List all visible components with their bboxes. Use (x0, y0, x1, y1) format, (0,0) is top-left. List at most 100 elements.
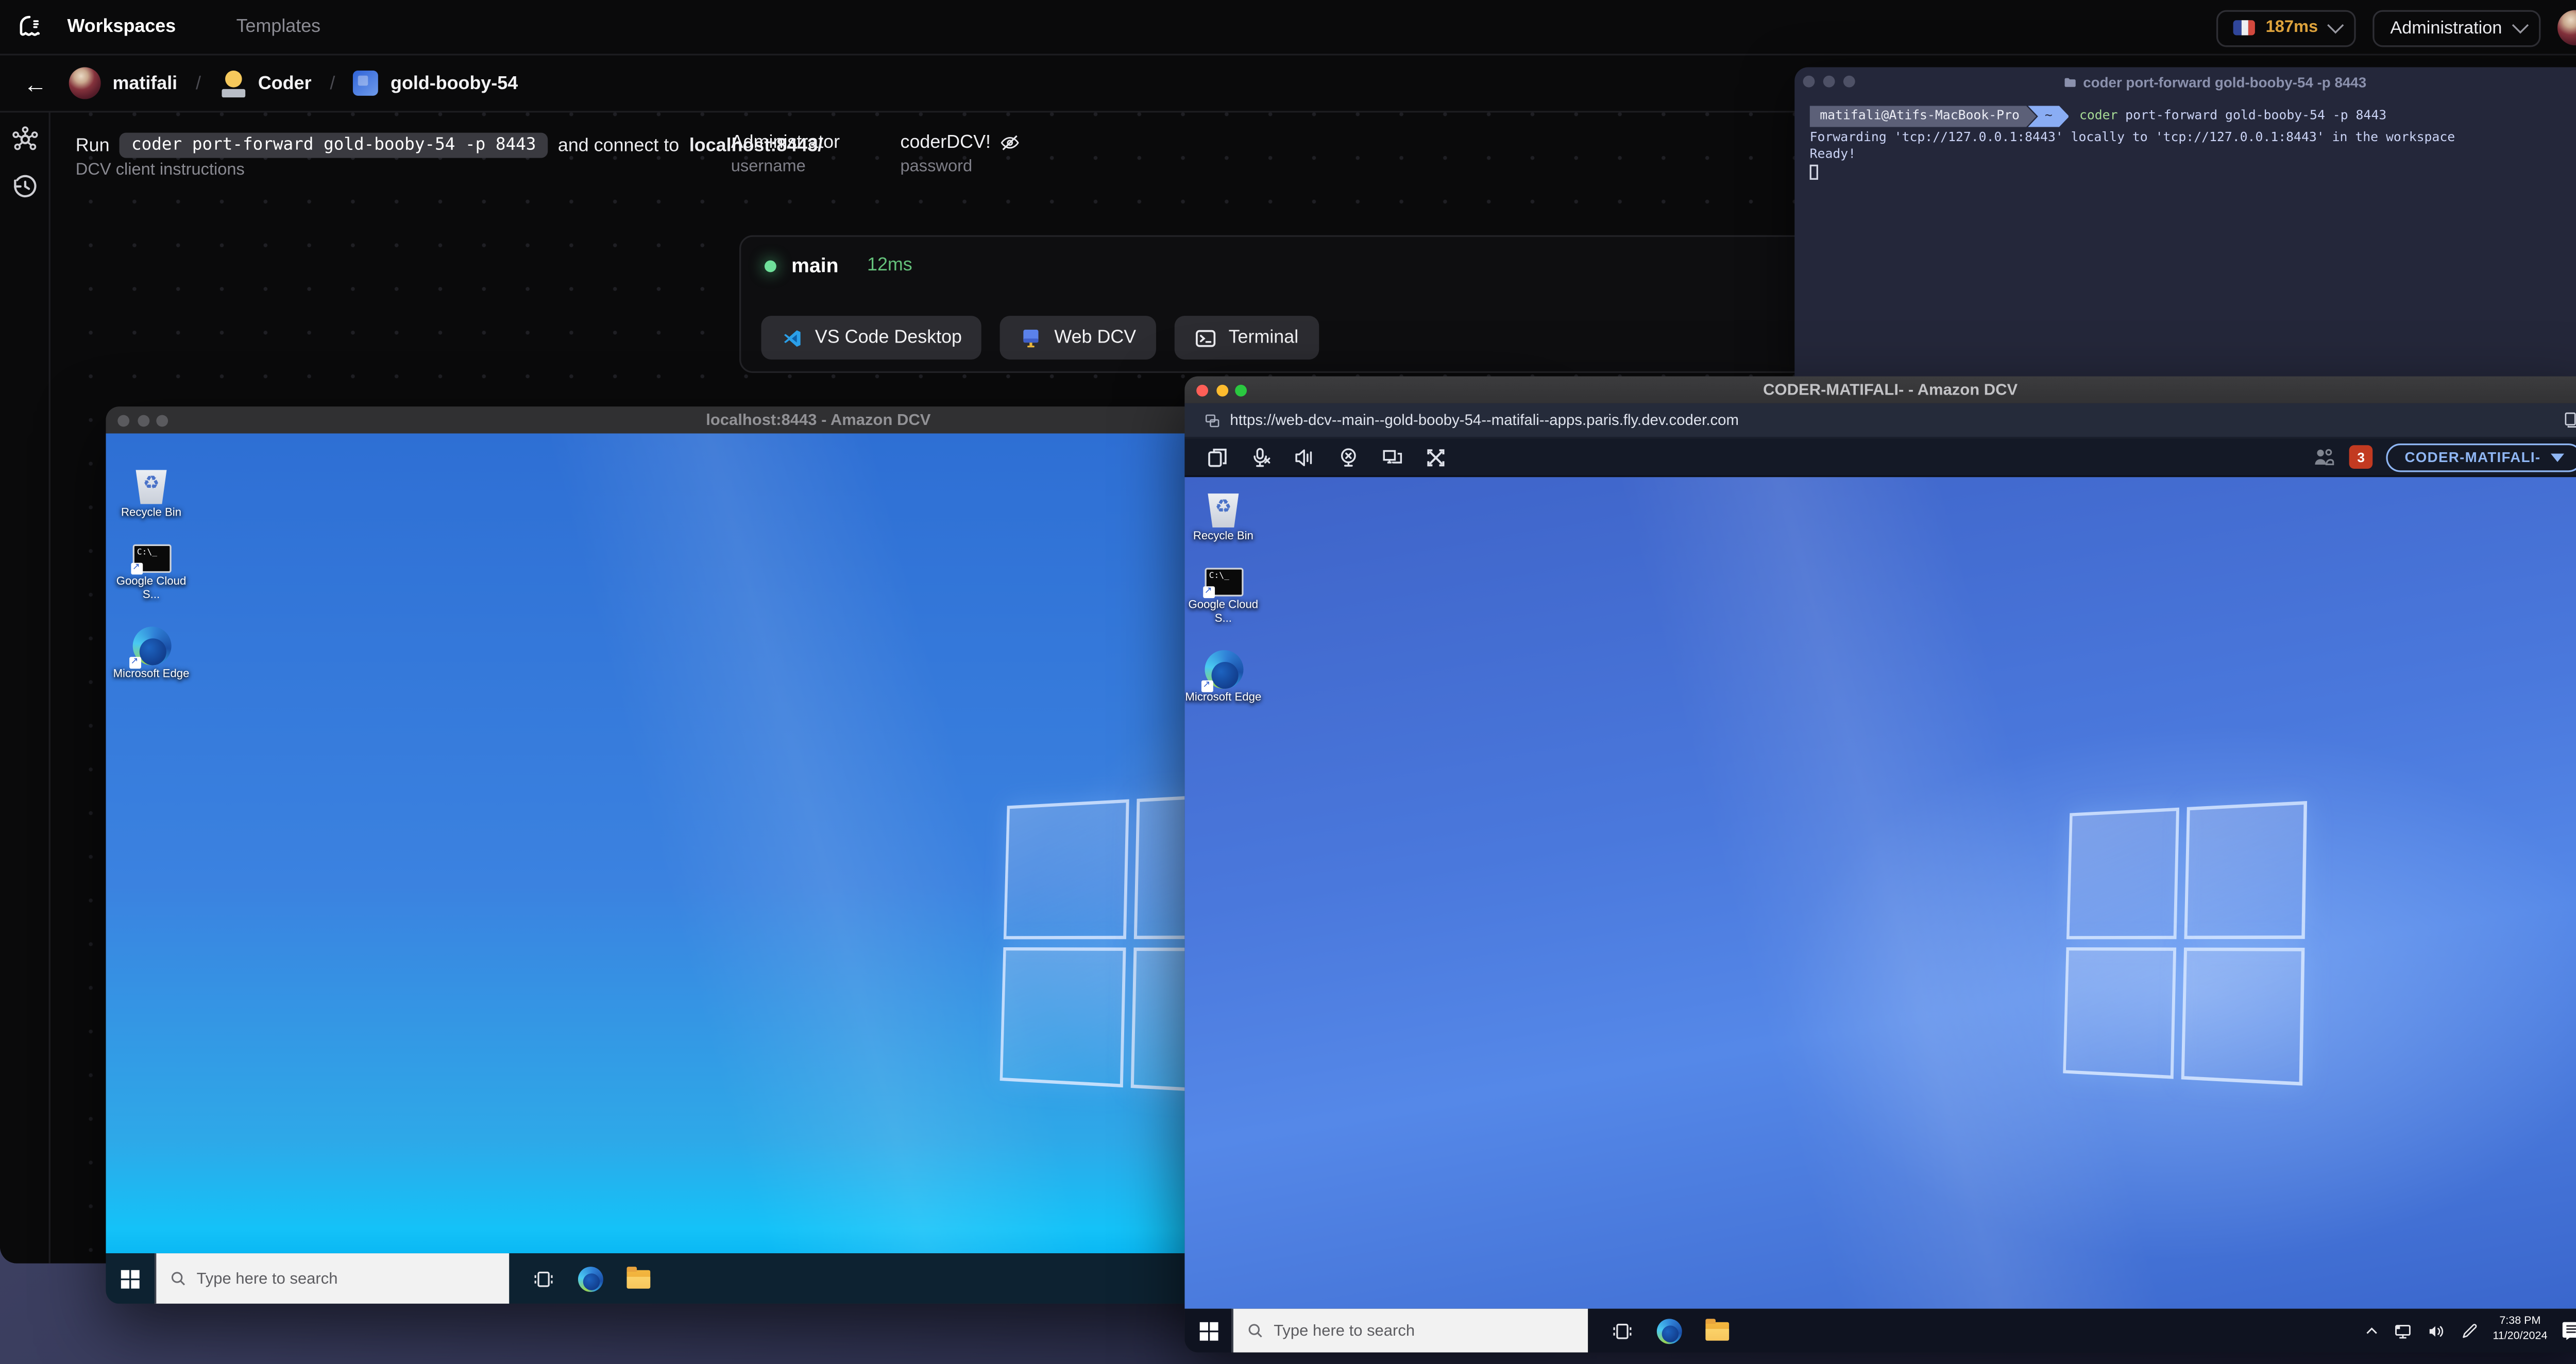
recycle-bin-icon: ♻ (133, 464, 170, 504)
edge-icon: ↗ (128, 627, 171, 670)
shortcut-arrow-icon: ↗ (128, 657, 141, 670)
tray-expand-icon[interactable] (2365, 1323, 2380, 1338)
multi-monitor-icon[interactable] (1381, 446, 1403, 468)
desktop-icon-google-cloud[interactable]: C:\_ ↗ Google Cloud S... (113, 544, 190, 604)
command-name: coder (2079, 107, 2118, 123)
owner-avatar (69, 67, 101, 99)
dropdown-triangle-icon (2550, 452, 2565, 462)
web-dcv-button[interactable]: Web DCV (1001, 316, 1157, 360)
file-explorer-button[interactable] (1705, 1318, 1730, 1340)
nav-workspaces[interactable]: Workspaces (67, 17, 176, 37)
taskbar-clock[interactable]: 7:38 PM 11/20/2024 (2493, 1316, 2547, 1345)
username-value[interactable]: Administrator (731, 133, 840, 153)
nav-templates[interactable]: Templates (236, 17, 321, 37)
screen: Workspaces Templates 187ms Administratio… (0, 0, 2576, 1364)
prompt-host: matifali@Atifs-MacBook-Pro (1810, 106, 2037, 127)
credentials: Administrator username coderDCV! passwor… (731, 133, 1020, 177)
chevron-down-icon (2512, 17, 2529, 34)
terminal-titlebar[interactable]: coder port-forward gold-booby-54 -p 8443 (1794, 67, 2576, 95)
password-value[interactable]: coderDCV! (901, 133, 991, 153)
action-center-button[interactable]: 1 (2561, 1320, 2576, 1347)
port-forward-instructions: Run coder port-forward gold-booby-54 -p … (76, 132, 823, 158)
resources-hub-icon[interactable] (12, 126, 39, 153)
chevron-down-icon (2328, 17, 2345, 34)
dcv-toolbar: 3 CODER-MATIFALI- (1184, 438, 2576, 478)
back-arrow-icon[interactable]: ← (24, 70, 47, 96)
terminal-body[interactable]: matifali@Atifs-MacBook-Pro ~ coder port-… (1794, 96, 2576, 192)
history-icon[interactable] (12, 173, 39, 200)
terminal-button[interactable]: Terminal (1175, 316, 1319, 360)
edge-icon: ↗ (1200, 651, 1243, 693)
terminal-icon (1196, 329, 1216, 346)
windows-taskbar: Type here to search 7:38 PM 11/20/2024 (1184, 1308, 2576, 1353)
windows-desktop: ♻ Recycle Bin C:\_ ↗ Google Cloud S... ↗ … (1184, 477, 2576, 1309)
clipboard-icon[interactable] (1207, 446, 1228, 468)
desktop-icon-recycle-bin[interactable]: ♻ Recycle Bin (113, 464, 190, 521)
windows-start-icon (1199, 1321, 1217, 1340)
agent-name: main (791, 253, 839, 278)
user-avatar[interactable] (2557, 10, 2576, 46)
search-icon (1248, 1324, 1262, 1338)
france-flag-icon (2233, 20, 2256, 36)
site-icon (1205, 414, 1219, 427)
recycle-bin-icon: ♻ (1205, 487, 1242, 527)
breadcrumb-template[interactable]: Coder (258, 73, 312, 93)
webcam-off-icon[interactable] (1337, 446, 1359, 468)
taskbar-search[interactable]: Type here to search (155, 1253, 510, 1304)
folder-icon (2064, 77, 2075, 87)
windows-start-icon (121, 1269, 140, 1288)
administration-menu[interactable]: Administration (2373, 9, 2541, 46)
desktop-icon-google-cloud[interactable]: C:\_ ↗ Google Cloud S... (1184, 568, 1262, 627)
start-button[interactable] (106, 1253, 155, 1304)
task-view-button[interactable] (533, 1268, 554, 1289)
desktop-icon-edge[interactable]: ↗ Microsoft Edge (113, 627, 190, 683)
url-bar[interactable]: https://web-dcv--main--gold-booby-54--ma… (1184, 403, 2576, 439)
windows-logo (2063, 801, 2308, 1086)
dcv-window-coder-matifali: CODER-MATIFALI- - Amazon DCV https://web… (1184, 376, 2576, 1353)
search-icon (171, 1272, 185, 1286)
coder-logo[interactable] (15, 12, 43, 41)
password-label: password (900, 158, 973, 177)
url-text[interactable]: https://web-dcv--main--gold-booby-54--ma… (1230, 412, 1739, 429)
terminal-output-line: Ready! (1809, 146, 1856, 162)
vscode-desktop-button[interactable]: VS Code Desktop (761, 316, 982, 360)
terminal-title: coder port-forward gold-booby-54 -p 8443 (2083, 73, 2367, 90)
file-explorer-button[interactable] (626, 1266, 651, 1288)
taskbar-edge-button[interactable] (1656, 1318, 1682, 1343)
window-titlebar[interactable]: CODER-MATIFALI- - Amazon DCV (1184, 376, 2576, 403)
microphone-muted-icon[interactable] (1250, 446, 1272, 468)
start-button[interactable] (1184, 1309, 1231, 1353)
volume-icon[interactable] (2427, 1321, 2447, 1340)
window-title: CODER-MATIFALI- - Amazon DCV (1763, 380, 2018, 399)
speaker-icon[interactable] (1294, 446, 1315, 468)
desktop-icon-edge[interactable]: ↗ Microsoft Edge (1184, 651, 1262, 707)
command-prompt-icon: C:\_ ↗ (130, 544, 171, 575)
task-view-button[interactable] (1612, 1320, 1633, 1341)
taskbar-search[interactable]: Type here to search (1231, 1308, 1588, 1353)
dcv-client-instructions-link[interactable]: DCV client instructions (76, 161, 245, 180)
network-icon[interactable] (2394, 1321, 2414, 1340)
port-forward-command[interactable]: coder port-forward gold-booby-54 -p 8443 (120, 132, 548, 158)
username-label: username (731, 158, 806, 177)
fullscreen-icon[interactable] (1425, 446, 1447, 468)
breadcrumb-workspace[interactable]: gold-booby-54 (391, 73, 518, 93)
collaborators-icon[interactable] (2312, 446, 2336, 468)
command-args: port-forward gold-booby-54 -p 8443 (2125, 107, 2387, 123)
terminal-output-line: Forwarding 'tcp://127.0.0.1:8443' locall… (1809, 128, 2455, 144)
session-selector[interactable]: CODER-MATIFALI- (2386, 442, 2576, 471)
taskbar-edge-button[interactable] (578, 1266, 603, 1291)
agent-status-dot (764, 259, 776, 271)
top-navbar: Workspaces Templates 187ms Administratio… (0, 0, 2576, 56)
terminal-cursor (1809, 165, 1818, 180)
latency-pill[interactable]: 187ms (2216, 9, 2357, 46)
pen-icon[interactable] (2461, 1321, 2479, 1340)
command-prompt-icon: C:\_ ↗ (1202, 568, 1243, 599)
session-count-badge[interactable]: 3 (2349, 445, 2373, 469)
vscode-icon (784, 329, 801, 346)
eye-off-icon[interactable] (999, 133, 1019, 153)
terminal-window: coder port-forward gold-booby-54 -p 8443… (1794, 67, 2576, 387)
page-action-icon[interactable] (2563, 412, 2576, 429)
desktop-icon-recycle-bin[interactable]: ♻ Recycle Bin (1184, 487, 1262, 544)
breadcrumb-user[interactable]: matifali (113, 73, 178, 93)
template-emoji-icon (219, 70, 246, 97)
